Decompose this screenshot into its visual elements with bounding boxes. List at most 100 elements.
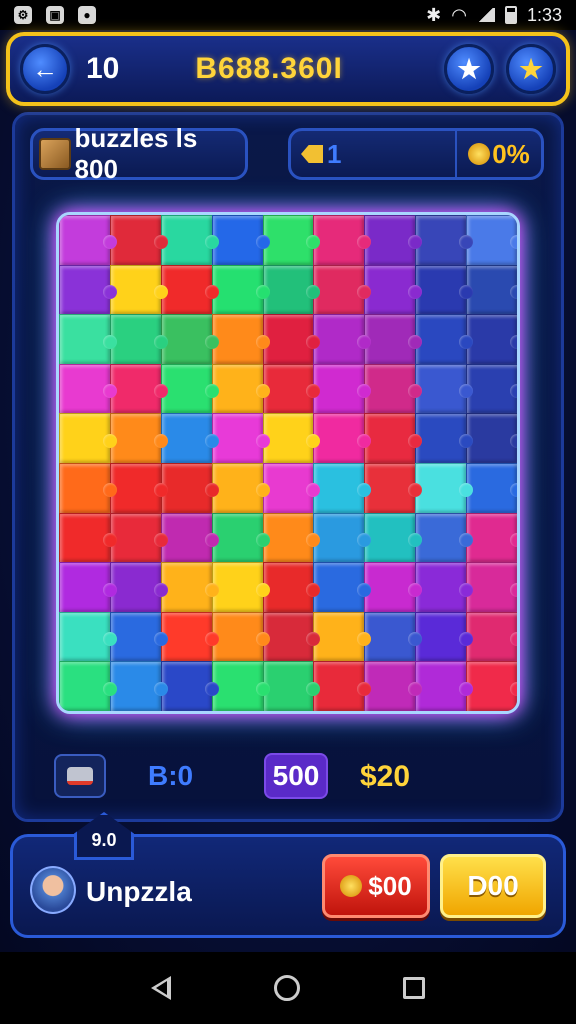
hint-robot-button[interactable] — [54, 754, 106, 798]
puzzle-board[interactable] — [56, 212, 520, 714]
puzzle-piece[interactable] — [160, 463, 219, 514]
favorite-button[interactable]: ★ — [444, 44, 494, 94]
puzzle-piece[interactable] — [364, 512, 423, 564]
puzzle-piece[interactable] — [160, 512, 219, 564]
puzzle-piece[interactable] — [466, 661, 517, 711]
puzzle-piece[interactable] — [466, 314, 517, 365]
puzzle-piece[interactable] — [160, 264, 219, 316]
puzzle-piece[interactable] — [211, 413, 270, 464]
puzzle-piece[interactable] — [415, 413, 473, 464]
puzzle-piece[interactable] — [466, 611, 517, 663]
nav-back-icon[interactable] — [151, 976, 172, 1000]
puzzle-piece[interactable] — [262, 215, 321, 266]
nav-recents-icon[interactable] — [402, 977, 425, 999]
puzzle-piece[interactable] — [313, 215, 372, 266]
puzzle-piece[interactable] — [160, 363, 219, 415]
puzzle-piece[interactable] — [211, 611, 270, 663]
puzzle-piece[interactable] — [211, 264, 270, 316]
puzzle-piece[interactable] — [415, 562, 473, 613]
puzzle-piece[interactable] — [211, 215, 270, 266]
puzzle-piece[interactable] — [313, 264, 372, 316]
puzzle-piece[interactable] — [160, 611, 219, 663]
puzzle-piece[interactable] — [160, 661, 219, 711]
puzzle-piece[interactable] — [313, 363, 372, 415]
puzzle-piece[interactable] — [364, 215, 423, 266]
puzzle-piece[interactable] — [415, 463, 473, 514]
puzzle-piece[interactable] — [59, 661, 117, 711]
puzzle-piece[interactable] — [59, 463, 117, 514]
puzzle-piece[interactable] — [160, 562, 219, 613]
puzzle-piece[interactable] — [415, 611, 473, 663]
puzzle-piece[interactable] — [211, 363, 270, 415]
puzzle-piece[interactable] — [466, 363, 517, 415]
puzzle-piece[interactable] — [364, 314, 423, 365]
puzzle-piece[interactable] — [59, 562, 117, 613]
puzzle-piece[interactable] — [313, 661, 372, 711]
puzzle-piece[interactable] — [160, 314, 219, 365]
puzzle-piece[interactable] — [262, 661, 321, 711]
buy-button[interactable]: $00 — [322, 854, 430, 918]
puzzle-piece[interactable] — [109, 562, 168, 613]
puzzle-piece[interactable] — [415, 363, 473, 415]
puzzle-piece[interactable] — [415, 314, 473, 365]
puzzle-piece[interactable] — [109, 413, 168, 464]
puzzle-piece[interactable] — [466, 215, 517, 266]
puzzle-piece[interactable] — [59, 363, 117, 415]
puzzle-piece[interactable] — [313, 512, 372, 564]
puzzle-piece[interactable] — [262, 264, 321, 316]
puzzle-piece[interactable] — [262, 413, 321, 464]
puzzle-piece[interactable] — [109, 314, 168, 365]
puzzle-piece[interactable] — [262, 363, 321, 415]
puzzle-piece[interactable] — [160, 215, 219, 266]
puzzle-piece[interactable] — [109, 363, 168, 415]
puzzle-piece[interactable] — [211, 463, 270, 514]
puzzle-piece[interactable] — [262, 611, 321, 663]
puzzle-piece[interactable] — [211, 512, 270, 564]
puzzle-piece[interactable] — [466, 512, 517, 564]
puzzle-piece[interactable] — [59, 512, 117, 564]
puzzle-piece[interactable] — [415, 264, 473, 316]
back-button[interactable]: ← — [20, 44, 70, 94]
puzzle-piece[interactable] — [364, 413, 423, 464]
puzzle-piece[interactable] — [109, 661, 168, 711]
puzzle-piece[interactable] — [211, 314, 270, 365]
puzzle-piece[interactable] — [262, 562, 321, 613]
gold-action-button[interactable]: D00 — [440, 854, 546, 918]
puzzle-piece[interactable] — [364, 611, 423, 663]
puzzle-piece[interactable] — [262, 512, 321, 564]
puzzle-piece[interactable] — [415, 512, 473, 564]
puzzle-piece[interactable] — [109, 264, 168, 316]
puzzle-piece[interactable] — [364, 562, 423, 613]
puzzle-piece[interactable] — [415, 215, 473, 266]
puzzle-piece[interactable] — [313, 463, 372, 514]
puzzle-piece[interactable] — [313, 314, 372, 365]
puzzle-piece[interactable] — [364, 264, 423, 316]
nav-home-icon[interactable] — [273, 975, 300, 1001]
puzzles-counter[interactable]: buzzles ls 800 — [30, 123, 248, 184]
puzzle-piece[interactable] — [59, 264, 117, 316]
puzzle-piece[interactable] — [466, 463, 517, 514]
player-avatar[interactable] — [30, 866, 76, 914]
puzzle-piece[interactable] — [109, 611, 168, 663]
puzzle-piece[interactable] — [364, 661, 423, 711]
puzzle-piece[interactable] — [59, 611, 117, 663]
puzzle-piece[interactable] — [109, 215, 168, 266]
puzzle-piece[interactable] — [160, 413, 219, 464]
puzzle-piece[interactable] — [313, 611, 372, 663]
puzzle-piece[interactable] — [211, 661, 270, 711]
puzzle-piece[interactable] — [364, 463, 423, 514]
puzzle-piece[interactable] — [415, 661, 473, 711]
puzzle-piece[interactable] — [313, 413, 372, 464]
puzzle-piece[interactable] — [466, 413, 517, 464]
puzzle-piece[interactable] — [466, 562, 517, 613]
puzzle-piece[interactable] — [59, 215, 117, 266]
puzzle-piece[interactable] — [262, 463, 321, 514]
puzzle-piece[interactable] — [59, 413, 117, 464]
puzzle-piece[interactable] — [109, 512, 168, 564]
puzzle-piece[interactable] — [262, 314, 321, 365]
rating-button[interactable]: ★ — [506, 44, 556, 94]
puzzle-piece[interactable] — [109, 463, 168, 514]
puzzle-piece[interactable] — [59, 314, 117, 365]
puzzle-piece[interactable] — [364, 363, 423, 415]
puzzle-piece[interactable] — [466, 264, 517, 316]
